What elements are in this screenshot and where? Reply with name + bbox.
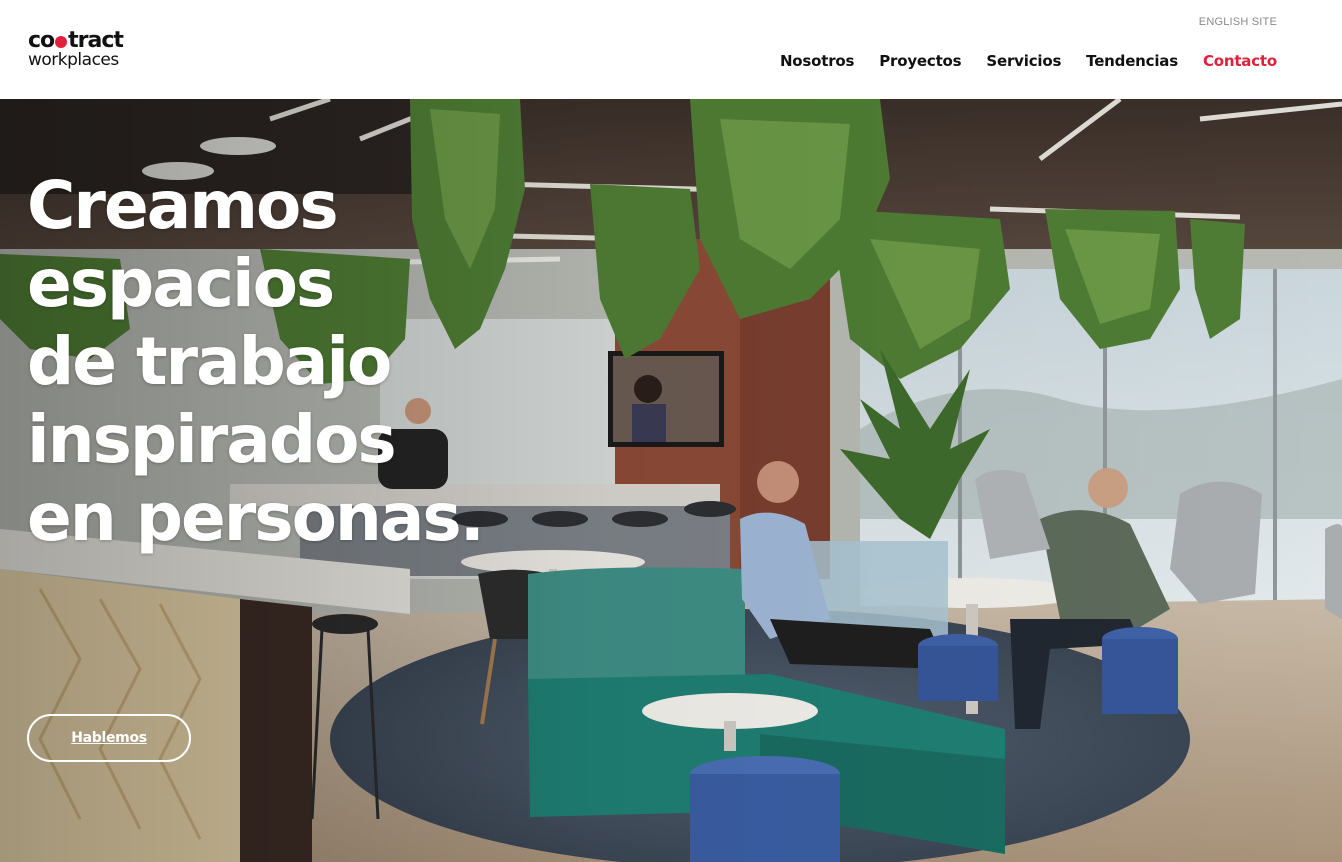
site-header: co tract workplaces ENGLISH SITE Nosotros… (0, 0, 1342, 99)
contract-workplaces-logo[interactable]: co tract workplaces (28, 29, 148, 73)
hablemos-button[interactable]: Hablemos (27, 714, 191, 762)
logo-red-dot-icon (55, 36, 68, 48)
nav-item-tendencias[interactable]: Tendencias (1086, 52, 1178, 70)
hero-section: Creamos espacios de trabajo inspirados e… (0, 99, 1342, 862)
logo-wordmark-workplaces: workplaces (28, 50, 119, 70)
hero-headline-line: en personas. (27, 479, 485, 556)
nav-item-contacto[interactable]: Contacto (1203, 52, 1277, 70)
hero-headline-line: inspirados (27, 401, 397, 478)
english-site-link[interactable]: ENGLISH SITE (1199, 16, 1277, 28)
main-nav: Nosotros Proyectos Servicios Tendencias … (780, 52, 1277, 70)
nav-item-nosotros[interactable]: Nosotros (780, 52, 854, 70)
nav-item-servicios[interactable]: Servicios (986, 52, 1061, 70)
nav-item-proyectos[interactable]: Proyectos (879, 52, 961, 70)
hero-headline-line: de trabajo (27, 323, 392, 400)
hero-headline: Creamos espacios de trabajo inspirados e… (27, 167, 547, 557)
hero-headline-line: espacios (27, 245, 335, 322)
hero-headline-line: Creamos (27, 167, 339, 244)
